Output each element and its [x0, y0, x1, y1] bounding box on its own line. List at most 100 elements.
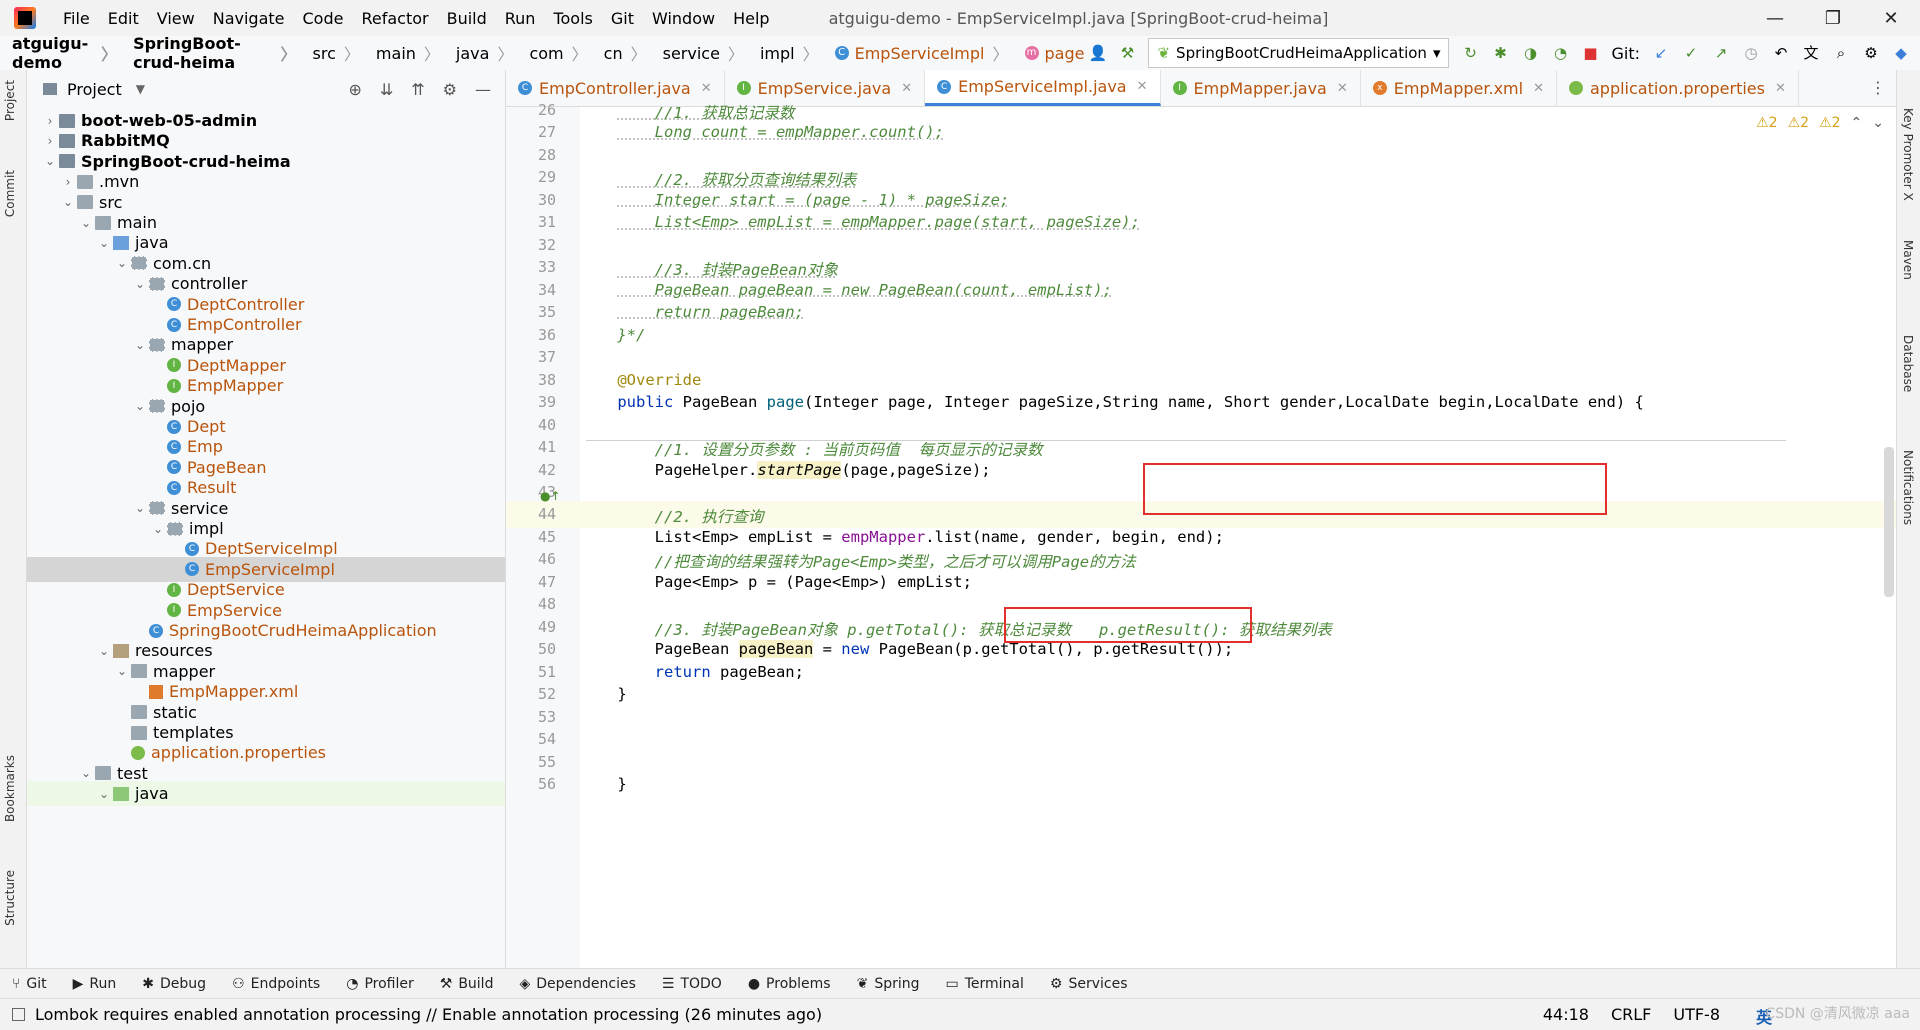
debug-icon[interactable]: ✱ — [1491, 44, 1509, 62]
coverage-icon[interactable]: ◑ — [1521, 44, 1539, 62]
tool-window-services[interactable]: ⚙ Services — [1038, 976, 1142, 992]
menu-tools[interactable]: Tools — [544, 9, 601, 28]
breadcrumb-item[interactable]: m page — [1013, 44, 1089, 63]
maximize-button[interactable]: ❐ — [1804, 8, 1862, 29]
menu-code[interactable]: Code — [294, 9, 353, 28]
tool-window-build[interactable]: ⚒ Build — [428, 976, 508, 992]
database-tool-tab[interactable]: Database — [1901, 335, 1915, 392]
breadcrumb-item[interactable]: src 〉 — [301, 41, 364, 65]
chevron-down-icon[interactable]: ⌄ — [95, 644, 113, 658]
code-editor[interactable]: ⚠2 ⚠2 ⚠2 ⌃ ⌄ 26 //1. 获取总记录数 27 Long count… — [506, 101, 1896, 968]
close-tab-icon[interactable]: ✕ — [1533, 81, 1544, 96]
tool-window-debug[interactable]: ✱ Debug — [130, 976, 220, 992]
tool-window-run[interactable]: ▶ Run — [61, 976, 131, 992]
chevron-down-icon[interactable]: ⌄ — [149, 522, 167, 536]
chevron-down-icon[interactable]: ⌄ — [131, 501, 149, 515]
breadcrumb-item[interactable]: SpringBoot-crud-heima 〉 — [121, 34, 300, 72]
search-icon[interactable]: ⌕ — [1832, 44, 1850, 62]
tool-window-dependencies[interactable]: ◈ Dependencies — [507, 976, 649, 992]
breadcrumb-item[interactable]: com 〉 — [517, 41, 591, 65]
caret-position[interactable]: 44:18 — [1543, 1005, 1589, 1024]
chevron-down-icon[interactable]: ⌄ — [41, 154, 59, 168]
chevron-down-icon[interactable]: ⌄ — [59, 195, 77, 209]
bookmarks-tool-tab[interactable]: Bookmarks — [3, 755, 17, 822]
chevron-down-icon[interactable]: ▼ — [136, 82, 145, 96]
menu-build[interactable]: Build — [438, 9, 496, 28]
settings-gear-icon[interactable]: ⚙ — [1862, 44, 1880, 62]
chevron-down-icon[interactable]: ⌄ — [131, 338, 149, 352]
breadcrumb-item[interactable]: java 〉 — [444, 41, 518, 65]
chevron-down-icon[interactable]: ⌄ — [131, 399, 149, 413]
stop-icon[interactable]: ■ — [1581, 44, 1599, 62]
breadcrumb-item[interactable]: atguigu-demo 〉 — [0, 34, 121, 72]
project-panel-title[interactable]: Project — [67, 80, 122, 99]
chevron-down-icon[interactable]: ⌄ — [131, 277, 149, 291]
menu-view[interactable]: View — [148, 9, 204, 28]
settings-gear-icon[interactable]: ⚙ — [443, 80, 457, 99]
tool-window-profiler[interactable]: ◔ Profiler — [334, 976, 428, 992]
git-commit-icon[interactable]: ✓ — [1682, 44, 1700, 62]
tool-window-todo[interactable]: ☰ TODO — [650, 976, 736, 992]
user-icon[interactable]: 👤 — [1088, 44, 1107, 62]
chevron-down-icon[interactable]: ⌄ — [77, 766, 95, 780]
editor-scrollbar[interactable] — [1884, 447, 1894, 597]
tool-window-git[interactable]: ⑂ Git — [0, 976, 61, 992]
commit-tool-tab[interactable]: Commit — [3, 170, 17, 217]
close-tab-icon[interactable]: ✕ — [1337, 81, 1348, 96]
tool-window-problems[interactable]: ● Problems — [736, 976, 845, 992]
maven-tool-tab[interactable]: Maven — [1901, 240, 1915, 280]
project-tool-tab[interactable]: Project — [3, 80, 17, 121]
close-tab-icon[interactable]: ✕ — [701, 81, 712, 96]
history-icon[interactable]: ◷ — [1742, 44, 1760, 62]
chevron-down-icon[interactable]: ⌄ — [113, 256, 131, 270]
chevron-down-icon[interactable]: ⌄ — [95, 236, 113, 250]
status-checkbox-icon[interactable] — [12, 1008, 25, 1021]
breadcrumb-item[interactable]: C EmpServiceImpl 〉 — [823, 41, 1013, 65]
breadcrumb-item[interactable]: cn 〉 — [592, 41, 651, 65]
collapse-all-icon[interactable]: ⇈ — [411, 80, 424, 99]
git-update-icon[interactable]: ↙ — [1652, 44, 1670, 62]
close-tab-icon[interactable]: ✕ — [901, 81, 912, 96]
chevron-right-icon[interactable]: › — [59, 175, 77, 189]
git-push-icon[interactable]: ↗ — [1712, 44, 1730, 62]
structure-tool-tab[interactable]: Structure — [3, 870, 17, 926]
menu-help[interactable]: Help — [724, 9, 778, 28]
minimize-button[interactable]: — — [1746, 8, 1804, 29]
close-tab-icon[interactable]: ✕ — [1775, 81, 1786, 96]
tool-window-endpoints[interactable]: ⚇ Endpoints — [220, 976, 334, 992]
expand-all-icon[interactable]: ⇊ — [380, 80, 393, 99]
tree-item[interactable]: ⌄ java — [27, 781, 505, 807]
profile-icon[interactable]: ◔ — [1551, 44, 1569, 62]
rerun-icon[interactable]: ↻ — [1461, 44, 1479, 62]
chevron-right-icon[interactable]: › — [41, 134, 59, 148]
tool-window-spring[interactable]: ❦ Spring — [845, 976, 934, 992]
menu-navigate[interactable]: Navigate — [204, 9, 294, 28]
chevron-down-icon[interactable]: ⌄ — [77, 216, 95, 230]
key-promoter-tool-tab[interactable]: Key Promoter X — [1901, 108, 1915, 201]
chevron-right-icon[interactable]: › — [41, 114, 59, 128]
code-line[interactable]: 56 } — [506, 771, 1896, 798]
file-encoding[interactable]: UTF-8 — [1673, 1005, 1720, 1024]
rollback-icon[interactable]: ↶ — [1772, 44, 1790, 62]
menu-edit[interactable]: Edit — [99, 9, 148, 28]
menu-window[interactable]: Window — [643, 9, 724, 28]
close-button[interactable]: ✕ — [1862, 8, 1920, 29]
chevron-down-icon[interactable]: ⌄ — [95, 787, 113, 801]
run-configuration-select[interactable]: ❦ SpringBootCrudHeimaApplication ▾ — [1148, 38, 1450, 68]
breadcrumb-item[interactable]: main 〉 — [364, 41, 444, 65]
menu-file[interactable]: File — [54, 9, 99, 28]
locate-icon[interactable]: ⊕ — [348, 80, 361, 99]
tool-window-terminal[interactable]: ▭ Terminal — [934, 976, 1038, 992]
line-separator[interactable]: CRLF — [1611, 1005, 1651, 1024]
hide-panel-icon[interactable]: — — [475, 80, 491, 99]
menu-refactor[interactable]: Refactor — [352, 9, 437, 28]
chevron-down-icon[interactable]: ⌄ — [113, 664, 131, 678]
notifications-tool-tab[interactable]: Notifications — [1901, 450, 1915, 525]
build-hammer-icon[interactable]: ⚒ — [1118, 44, 1136, 62]
menu-git[interactable]: Git — [602, 9, 643, 28]
close-tab-icon[interactable]: ✕ — [1137, 79, 1148, 94]
breadcrumb-item[interactable]: impl 〉 — [748, 41, 823, 65]
menu-run[interactable]: Run — [496, 9, 545, 28]
status-message[interactable]: Lombok requires enabled annotation proce… — [35, 1005, 822, 1024]
translate-icon[interactable]: 文 — [1802, 44, 1820, 62]
